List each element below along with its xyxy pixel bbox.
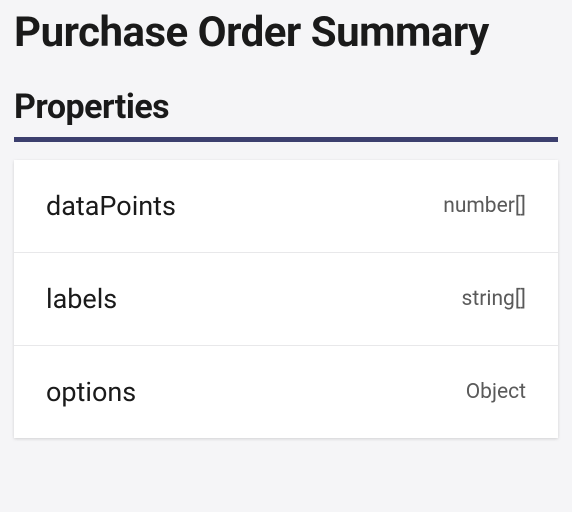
property-row[interactable]: labels string[] bbox=[14, 253, 558, 346]
page-title: Purchase Order Summary bbox=[14, 0, 558, 87]
scroll-container[interactable]: Purchase Order Summary Properties dataPo… bbox=[0, 0, 572, 512]
property-name: labels bbox=[46, 283, 117, 315]
property-type: number[] bbox=[443, 194, 526, 218]
property-type: string[] bbox=[462, 287, 526, 311]
property-name: dataPoints bbox=[46, 190, 176, 222]
spacer bbox=[14, 438, 558, 512]
property-name: options bbox=[46, 376, 136, 408]
property-list: dataPoints number[] labels string[] opti… bbox=[14, 160, 558, 438]
section-divider bbox=[14, 137, 558, 142]
property-row[interactable]: dataPoints number[] bbox=[14, 160, 558, 253]
property-row[interactable]: options Object bbox=[14, 346, 558, 438]
section-title: Properties bbox=[14, 87, 558, 137]
property-type: Object bbox=[466, 380, 526, 404]
